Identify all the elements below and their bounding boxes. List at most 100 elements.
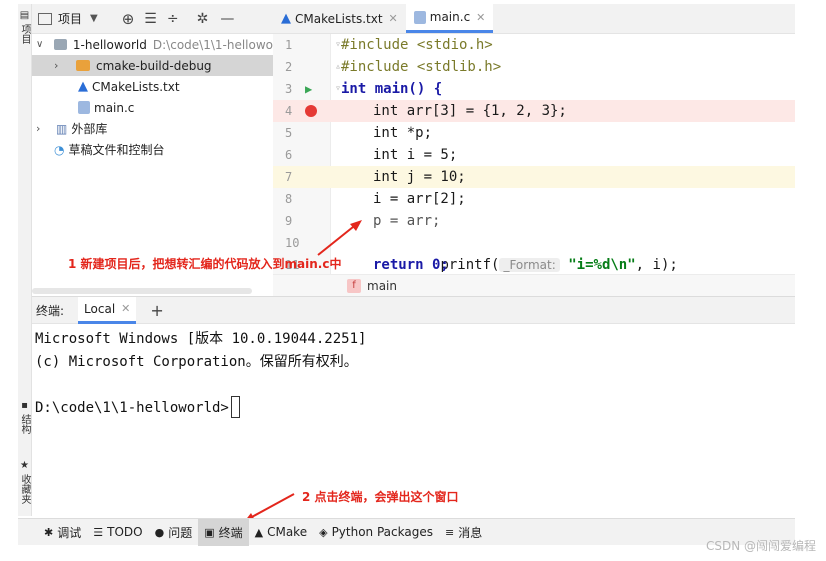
c-file-icon	[78, 101, 90, 114]
tool-button-label: 调试	[57, 525, 82, 540]
gear-icon[interactable]: ✲	[197, 11, 209, 27]
terminal-line: (c) Microsoft Corporation。保留所有权利。	[35, 354, 358, 370]
breakpoint-icon[interactable]	[305, 105, 317, 117]
tree-item-root[interactable]: ∨ 1-helloworld D:\code\1\1-hellowo	[32, 34, 273, 55]
tree-item-label: cmake-build-debug	[96, 58, 212, 73]
watermark-text: CSDN @闯闯爱编程	[705, 539, 816, 553]
code-line: 3 ▶ ▿ int main() {	[273, 78, 795, 100]
library-icon: ▥	[56, 121, 68, 136]
chevron-right-icon[interactable]: ›	[36, 122, 50, 135]
line-number: 5	[285, 126, 293, 140]
code-text: i = arr[2];	[373, 191, 466, 207]
line-number: 3	[285, 82, 293, 96]
add-tab-icon[interactable]: +	[150, 301, 163, 320]
cmake-icon: ▲	[254, 525, 264, 539]
python-packages-tool-button[interactable]: ◈ Python Packages	[313, 519, 439, 546]
line-number: 10	[285, 236, 300, 250]
tree-item-label: 外部库	[71, 122, 108, 136]
tab-label: main.c	[429, 10, 471, 24]
tool-button-label: 问题	[168, 525, 193, 540]
project-view-selector[interactable]: 项目	[58, 10, 82, 27]
close-icon[interactable]: ✕	[476, 11, 485, 24]
function-icon: f	[347, 278, 361, 293]
code-text: return 0;	[373, 257, 449, 273]
terminal-header: 终端: Local ✕ +	[32, 296, 795, 324]
structure-tool-button[interactable]: ▪ 结构	[18, 400, 32, 434]
tree-item-cmake-build-debug[interactable]: › cmake-build-debug	[32, 55, 273, 76]
code-line: 6 int i = 5;	[273, 144, 795, 166]
project-panel-header: 项目 ▼ ⊕ ☰ ÷ ✲ —	[32, 4, 273, 34]
close-icon[interactable]: ✕	[389, 12, 398, 25]
cmake-icon: ▲	[281, 11, 291, 26]
cmake-tool-button[interactable]: ▲ CMake	[249, 519, 313, 546]
line-number: 1	[285, 38, 293, 52]
tree-item-label: main.c	[94, 100, 135, 115]
annotation-text-editor: 1 新建项目后，把想转汇编的代码放入到main.c中	[68, 257, 342, 271]
line-number: 6	[285, 148, 293, 162]
run-icon[interactable]: ▶	[305, 78, 312, 100]
breadcrumb-function-name[interactable]: main	[367, 279, 397, 293]
terminal-tab-label: Local	[84, 301, 116, 316]
code-line: 8 i = arr[2];	[273, 188, 795, 210]
annotation-text-terminal: 2 点击终端，会弹出这个窗口	[302, 490, 459, 504]
structure-tool-icon: ▪	[19, 400, 30, 411]
code-text: int *p;	[373, 125, 433, 141]
problems-tool-button[interactable]: ● 问题	[149, 519, 199, 546]
tab-main-c[interactable]: main.c ✕	[405, 4, 494, 33]
todo-tool-button[interactable]: ☰ TODO	[87, 519, 148, 546]
ide-window: ▤ 项目 ▪ 结构 ★ 收藏夹 项目 ▼ ⊕ ☰ ÷ ✲ — ∨ 1-hellowor…	[0, 0, 826, 561]
list-icon: ☰	[93, 525, 104, 539]
project-tool-button[interactable]: ▤ 项目	[18, 10, 32, 44]
tool-button-label: Python Packages	[331, 525, 433, 539]
terminal-tool-button[interactable]: ▣ 终端	[198, 518, 249, 546]
tree-item-label: 1-helloworld	[72, 37, 147, 52]
tree-item-main-c[interactable]: main.c	[32, 97, 273, 118]
expand-all-icon[interactable]: ☰	[144, 11, 157, 27]
terminal-cursor	[230, 396, 240, 418]
project-view-icon	[38, 12, 52, 25]
collapse-all-icon[interactable]: ÷	[167, 11, 179, 27]
horizontal-scrollbar[interactable]	[32, 288, 252, 294]
code-line: 5 int *p;	[273, 122, 795, 144]
messages-tool-button[interactable]: ≡ 消息	[439, 519, 488, 546]
terminal-tab-local[interactable]: Local ✕	[78, 296, 137, 324]
project-tool-label: 项目	[19, 24, 30, 44]
chevron-right-icon[interactable]: ›	[54, 59, 68, 72]
minimize-icon[interactable]: —	[220, 11, 234, 27]
terminal-line: Microsoft Windows [版本 10.0.19044.2251]	[35, 331, 367, 347]
code-text: #include <stdlib.h>	[341, 59, 502, 75]
folder-icon	[76, 60, 90, 71]
project-tool-icon: ▤	[19, 10, 30, 21]
terminal-icon: ▣	[204, 525, 215, 539]
line-number: 7	[285, 170, 293, 184]
crosshair-icon[interactable]: ⊕	[122, 10, 135, 28]
tree-item-scratches[interactable]: ◔ 草稿文件和控制台	[32, 139, 273, 160]
info-icon: ●	[154, 525, 165, 539]
left-tool-strip: ▤ 项目 ▪ 结构 ★ 收藏夹	[18, 4, 32, 516]
code-text: #include <stdio.h>	[341, 37, 493, 53]
code-line-breakpoint: 4 int arr[3] = {1, 2, 3};	[273, 100, 795, 122]
close-icon[interactable]: ✕	[121, 302, 130, 315]
messages-icon: ≡	[444, 525, 455, 539]
debug-tool-button[interactable]: ✱ 调试	[38, 519, 87, 546]
chevron-down-icon[interactable]: ▼	[90, 13, 98, 24]
folder-icon	[54, 39, 67, 50]
code-line: 1 ▿ #include <stdio.h>	[273, 34, 795, 56]
tree-item-cmakelists[interactable]: ▲ CMakeLists.txt	[32, 76, 273, 97]
c-file-icon	[413, 10, 426, 24]
favorites-tool-button[interactable]: ★ 收藏夹	[18, 460, 32, 504]
tree-item-external-libraries[interactable]: › ▥ 外部库	[32, 118, 273, 139]
chevron-down-icon[interactable]: ∨	[36, 39, 48, 50]
code-line-current: 7 int j = 10;	[273, 166, 795, 188]
code-line: 2 ▵ #include <stdlib.h>	[273, 56, 795, 78]
code-text: int main() {	[341, 81, 443, 97]
editor-breadcrumb[interactable]: f main	[273, 274, 795, 296]
tool-button-label: 消息	[458, 525, 483, 540]
favorites-tool-label: 收藏夹	[19, 474, 30, 504]
line-number: 2	[285, 60, 293, 74]
bottom-tool-bar: ✱ 调试 ☰ TODO ● 问题 ▣ 终端 ▲ CMake ◈ Python P…	[18, 518, 795, 546]
tab-cmakelists[interactable]: ▲ CMakeLists.txt ✕	[273, 4, 406, 33]
code-text: p = arr;	[373, 213, 441, 229]
line-number: 4	[285, 104, 293, 118]
code-text: int arr[3] = {1, 2, 3};	[373, 103, 567, 119]
